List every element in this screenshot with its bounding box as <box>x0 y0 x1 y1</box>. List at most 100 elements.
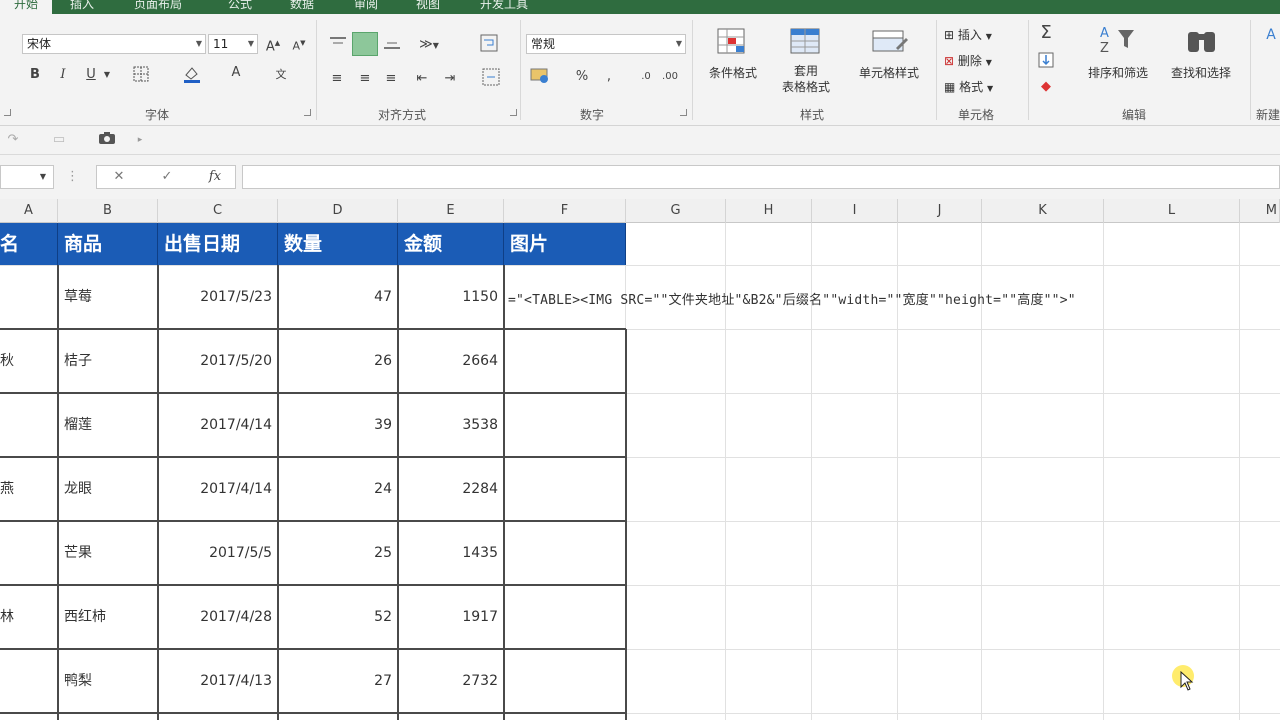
chevron-down-icon[interactable]: ▼ <box>248 35 254 53</box>
cell-name[interactable] <box>0 265 56 329</box>
align-left-icon[interactable]: ≡ <box>328 70 346 88</box>
tab-home[interactable]: 开始 <box>0 0 53 14</box>
find-select-label[interactable]: 查找和选择 <box>1158 66 1244 81</box>
font-name-combo[interactable]: 宋体 ▼ <box>22 34 206 54</box>
cell-name[interactable]: 燕 <box>0 457 56 521</box>
format-cells-button[interactable]: ▦ 格式 ▼ <box>944 78 993 95</box>
decrease-font-icon[interactable]: A▼ <box>290 34 308 56</box>
cell-date[interactable]: 2017/4/14 <box>158 393 276 457</box>
cell-quantity[interactable]: 27 <box>278 649 396 713</box>
cancel-icon[interactable]: ✕ <box>109 168 129 186</box>
cell-date[interactable]: 2017/4/14 <box>158 457 276 521</box>
column-header-e[interactable]: E <box>398 199 504 223</box>
format-as-table-icon[interactable] <box>786 26 826 64</box>
chevron-down-icon[interactable]: ▼ <box>196 35 202 53</box>
fill-icon[interactable] <box>1036 52 1056 74</box>
cell-amount[interactable]: 2664 <box>398 329 502 393</box>
header-cell-product[interactable]: 商品 <box>58 223 158 265</box>
insert-cells-button[interactable]: ⊞ 插入 ▼ <box>944 26 992 43</box>
underline-icon[interactable]: U <box>82 66 100 84</box>
tab-data[interactable]: 数据 <box>290 0 314 14</box>
header-cell-amount[interactable]: 金额 <box>398 223 504 265</box>
cell-styles-icon[interactable] <box>868 26 912 64</box>
dialog-launcher-icon[interactable] <box>680 109 687 116</box>
cell-product[interactable]: 鸭梨 <box>58 649 156 713</box>
cell-product[interactable]: 龙眼 <box>58 457 156 521</box>
cell-date[interactable]: 2017/5/5 <box>158 521 276 585</box>
phonetic-icon[interactable]: 文 <box>270 66 292 84</box>
column-header-j[interactable]: J <box>898 199 982 223</box>
increase-decimal-icon[interactable]: .0 <box>636 68 656 86</box>
splitter-handle-icon[interactable]: ⋮ <box>66 168 79 186</box>
conditional-format-label[interactable]: 条件格式 <box>698 66 768 81</box>
header-cell-name[interactable]: 名 <box>0 223 58 265</box>
camera-icon[interactable] <box>96 131 118 151</box>
italic-icon[interactable]: I <box>54 66 72 84</box>
cell-quantity[interactable]: 26 <box>278 329 396 393</box>
name-box[interactable]: ▼ <box>0 165 54 189</box>
cell-amount[interactable]: 2284 <box>398 457 502 521</box>
cell-date[interactable]: 2017/4/28 <box>158 585 276 649</box>
cell-amount[interactable]: 1435 <box>398 521 502 585</box>
fill-color-icon[interactable] <box>180 64 204 90</box>
decrease-indent-icon[interactable]: ⇤ <box>412 70 432 88</box>
cell-amount[interactable]: 3538 <box>398 393 502 457</box>
cell-date[interactable]: 2017/4/13 <box>158 649 276 713</box>
orientation-icon[interactable]: ≫▼ <box>414 36 444 55</box>
print-preview-icon[interactable]: ▭ <box>48 131 70 149</box>
column-header-l[interactable]: L <box>1104 199 1240 223</box>
cell-quantity[interactable]: 25 <box>278 521 396 585</box>
bold-icon[interactable]: B <box>26 66 44 84</box>
header-cell-quantity[interactable]: 数量 <box>278 223 398 265</box>
align-right-icon[interactable]: ≡ <box>382 70 400 88</box>
dialog-launcher-icon[interactable] <box>510 109 517 116</box>
column-header-k[interactable]: K <box>982 199 1104 223</box>
dialog-launcher-icon[interactable] <box>304 109 311 116</box>
cell-amount[interactable]: 1150 <box>398 265 502 329</box>
column-header-a[interactable]: A <box>0 199 58 223</box>
header-cell-picture[interactable]: 图片 <box>504 223 626 265</box>
new-group-icon[interactable]: A <box>1262 26 1280 44</box>
conditional-format-icon[interactable] <box>712 26 752 64</box>
insert-function-icon[interactable]: fx <box>203 168 227 186</box>
cell-quantity[interactable]: 47 <box>278 265 396 329</box>
percent-icon[interactable]: % <box>574 68 590 86</box>
border-icon[interactable] <box>130 66 152 88</box>
cell-product[interactable]: 草莓 <box>58 265 156 329</box>
column-header-h[interactable]: H <box>726 199 812 223</box>
cell-quantity[interactable]: 24 <box>278 457 396 521</box>
cell-name[interactable] <box>0 649 56 713</box>
sort-filter-icon[interactable]: AZ <box>1096 24 1140 62</box>
format-as-table-label-1[interactable]: 套用 <box>786 64 826 79</box>
number-format-combo[interactable]: 常规 ▼ <box>526 34 686 54</box>
cell-styles-label[interactable]: 单元格样式 <box>846 66 932 81</box>
formula-cell-text[interactable]: ="<TABLE><IMG SRC=""文件夹地址"&B2&"后缀名""widt… <box>508 289 1076 309</box>
cell-name[interactable]: 林 <box>0 585 56 649</box>
header-cell-date[interactable]: 出售日期 <box>158 223 278 265</box>
align-top-icon[interactable] <box>328 36 348 56</box>
font-size-combo[interactable]: 11 ▼ <box>208 34 258 54</box>
cell-date[interactable]: 2017/5/20 <box>158 329 276 393</box>
chevron-down-icon[interactable]: ▼ <box>37 168 49 186</box>
currency-icon[interactable] <box>528 66 554 90</box>
chevron-down-icon[interactable]: ▼ <box>102 66 112 84</box>
chevron-down-icon[interactable]: ▼ <box>676 35 682 53</box>
column-header-c[interactable]: C <box>158 199 278 223</box>
customize-qat-icon[interactable]: ▸ <box>134 131 146 149</box>
increase-indent-icon[interactable]: ⇥ <box>440 70 460 88</box>
autosum-icon[interactable]: Σ <box>1036 24 1056 42</box>
dialog-launcher-icon[interactable] <box>4 109 11 116</box>
column-header-d[interactable]: D <box>278 199 398 223</box>
column-header-i[interactable]: I <box>812 199 898 223</box>
tab-review[interactable]: 审阅 <box>354 0 378 14</box>
increase-font-icon[interactable]: A▲ <box>264 34 282 56</box>
find-select-icon[interactable] <box>1180 24 1224 62</box>
cell-quantity[interactable]: 39 <box>278 393 396 457</box>
cell-product[interactable]: 西红柿 <box>58 585 156 649</box>
cell-product[interactable]: 榴莲 <box>58 393 156 457</box>
font-color-icon[interactable]: A <box>226 64 246 82</box>
cell-name[interactable] <box>0 393 56 457</box>
comma-icon[interactable]: , <box>604 68 614 86</box>
tab-view[interactable]: 视图 <box>416 0 440 14</box>
align-center-icon[interactable]: ≡ <box>356 70 374 88</box>
